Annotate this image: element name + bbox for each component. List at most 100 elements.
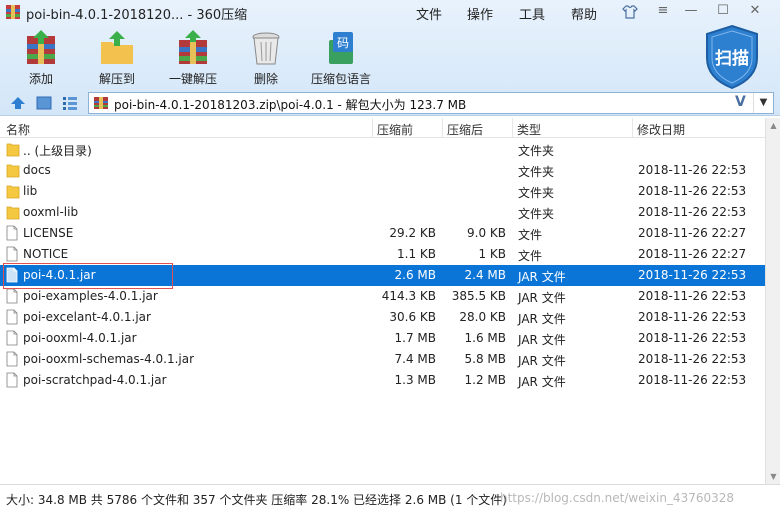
file-packed-size: 414.3 KB [381,289,436,303]
file-type: JAR 文件 [518,291,566,305]
menu-help[interactable]: 帮助 [571,4,597,23]
file-date: 2018-11-26 22:27 [638,247,747,261]
scroll-down-icon[interactable]: ▼ [766,469,780,484]
address-go-icon[interactable]: V [735,94,746,110]
file-name: .. (上级目录) [23,144,92,158]
file-name: poi-ooxml-schemas-4.0.1.jar [23,352,195,366]
file-name: lib [23,184,38,198]
svg-text:码: 码 [337,36,349,50]
list-view-icon[interactable] [62,96,78,110]
file-unpacked-size: 1 KB [478,247,506,261]
address-row: poi-bin-4.0.1-20181203.zip\poi-4.0.1 - 解… [0,92,780,114]
trash-icon [252,32,280,65]
top-bar: poi-bin-4.0.1-2018120... - 360压缩 文件 操作 工… [0,0,780,116]
file-row[interactable]: LICENSE 29.2 KB 9.0 KB 文件 2018-11-26 22:27 [0,223,765,244]
folder-icon [6,204,20,223]
file-type: JAR 文件 [518,333,566,347]
scan-label: 扫描 [715,49,749,69]
folder-icon [6,183,20,202]
file-row[interactable]: .. (上级目录) 文件夹 [0,139,765,160]
up-arrow-icon[interactable] [10,96,26,110]
large-icon-view-icon[interactable] [36,96,52,110]
file-packed-size: 2.6 MB [394,268,436,282]
file-packed-size: 1.3 MB [394,373,436,387]
file-packed-size: 1.1 KB [397,247,436,261]
file-icon [6,309,18,328]
file-type: JAR 文件 [518,312,566,326]
folder-icon [6,141,20,160]
file-date: 2018-11-26 22:53 [638,184,747,198]
folder-icon [6,162,20,181]
file-row[interactable]: lib 文件夹 2018-11-26 22:53 [0,181,765,202]
file-row[interactable]: poi-scratchpad-4.0.1.jar 1.3 MB 1.2 MB JAR … [0,370,765,391]
archive-language-icon: 码 [329,32,353,64]
one-click-extract-label: 一键解压 [168,72,217,86]
add-button[interactable]: 添加 [7,28,75,88]
file-unpacked-size: 385.5 KB [451,289,506,303]
col-divider[interactable] [632,118,633,138]
status-bar: 大小: 34.8 MB 共 5786 个文件和 357 个文件夹 压缩率 28.… [0,484,780,512]
file-type: 文件 [518,228,543,242]
one-click-extract-button[interactable]: 一键解压 [159,28,227,88]
file-row[interactable]: poi-examples-4.0.1.jar 414.3 KB 385.5 KB JA… [0,286,765,307]
col-modified[interactable]: 修改日期 [637,121,685,138]
one-click-extract-icon [179,30,207,64]
file-row[interactable]: poi-ooxml-schemas-4.0.1.jar 7.4 MB 5.8 MB J… [0,349,765,370]
file-unpacked-size: 2.4 MB [464,268,506,282]
extract-to-button[interactable]: 解压到 [83,28,151,88]
file-row[interactable]: poi-excelant-4.0.1.jar 30.6 KB 28.0 KB JAR … [0,307,765,328]
file-type: JAR 文件 [518,375,566,389]
scan-button[interactable]: 扫描 [704,24,770,94]
file-row[interactable]: docs 文件夹 2018-11-26 22:53 [0,160,765,181]
file-icon [6,330,18,349]
minimize-icon[interactable]: — [682,3,700,19]
file-unpacked-size: 5.8 MB [464,352,506,366]
maximize-icon[interactable]: ☐ [714,3,732,19]
skin-shirt-icon[interactable] [622,5,638,19]
file-date: 2018-11-26 22:53 [638,352,747,366]
file-type: 文件夹 [518,207,555,221]
chevron-down-icon[interactable]: ▼ [753,93,773,113]
col-type[interactable]: 类型 [517,121,541,138]
archive-language-button[interactable]: 码 压缩包语言 [306,28,376,88]
col-divider[interactable] [442,118,443,138]
file-row[interactable]: NOTICE 1.1 KB 1 KB 文件 2018-11-26 22:27 [0,244,765,265]
file-row[interactable]: ooxml-lib 文件夹 2018-11-26 22:53 [0,202,765,223]
file-date: 2018-11-26 22:53 [638,205,747,219]
file-row[interactable]: poi-ooxml-4.0.1.jar 1.7 MB 1.6 MB JAR 文件 201… [0,328,765,349]
address-bar[interactable]: poi-bin-4.0.1-20181203.zip\poi-4.0.1 - 解… [88,92,774,114]
file-unpacked-size: 28.0 KB [459,310,506,324]
close-icon[interactable]: ✕ [746,3,764,19]
file-type: 文件 [518,249,543,263]
col-name[interactable]: 名称 [6,121,30,138]
extract-folder-icon [101,31,133,64]
file-date: 2018-11-26 22:53 [638,289,747,303]
file-type: 文件夹 [518,165,555,179]
col-unpacked[interactable]: 压缩后 [447,121,483,138]
file-name: poi-excelant-4.0.1.jar [23,310,151,324]
file-type: JAR 文件 [518,354,566,368]
file-name: poi-ooxml-4.0.1.jar [23,331,137,345]
col-divider[interactable] [372,118,373,138]
watermark: https://blog.csdn.net/weixin_43760328 [500,491,735,505]
add-label: 添加 [28,72,53,86]
file-date: 2018-11-26 22:53 [638,163,747,177]
file-unpacked-size: 1.6 MB [464,331,506,345]
file-date: 2018-11-26 22:27 [638,226,747,240]
col-packed[interactable]: 压缩前 [377,121,413,138]
scroll-up-icon[interactable]: ▲ [766,118,780,133]
file-date: 2018-11-26 22:53 [638,373,747,387]
file-name: LICENSE [23,226,74,240]
menu-dropdown-icon[interactable]: ≡ [654,3,672,19]
file-packed-size: 29.2 KB [389,226,436,240]
file-icon [6,288,18,307]
file-packed-size: 1.7 MB [394,331,436,345]
vertical-scrollbar[interactable]: ▲ ▼ [765,118,780,484]
menu-operation[interactable]: 操作 [467,4,493,23]
menu-tools[interactable]: 工具 [519,4,545,23]
delete-button[interactable]: 删除 [232,28,300,88]
selection-highlight-box [3,263,173,289]
archive-path-icon [94,97,108,109]
menu-file[interactable]: 文件 [416,4,442,23]
col-divider[interactable] [512,118,513,138]
